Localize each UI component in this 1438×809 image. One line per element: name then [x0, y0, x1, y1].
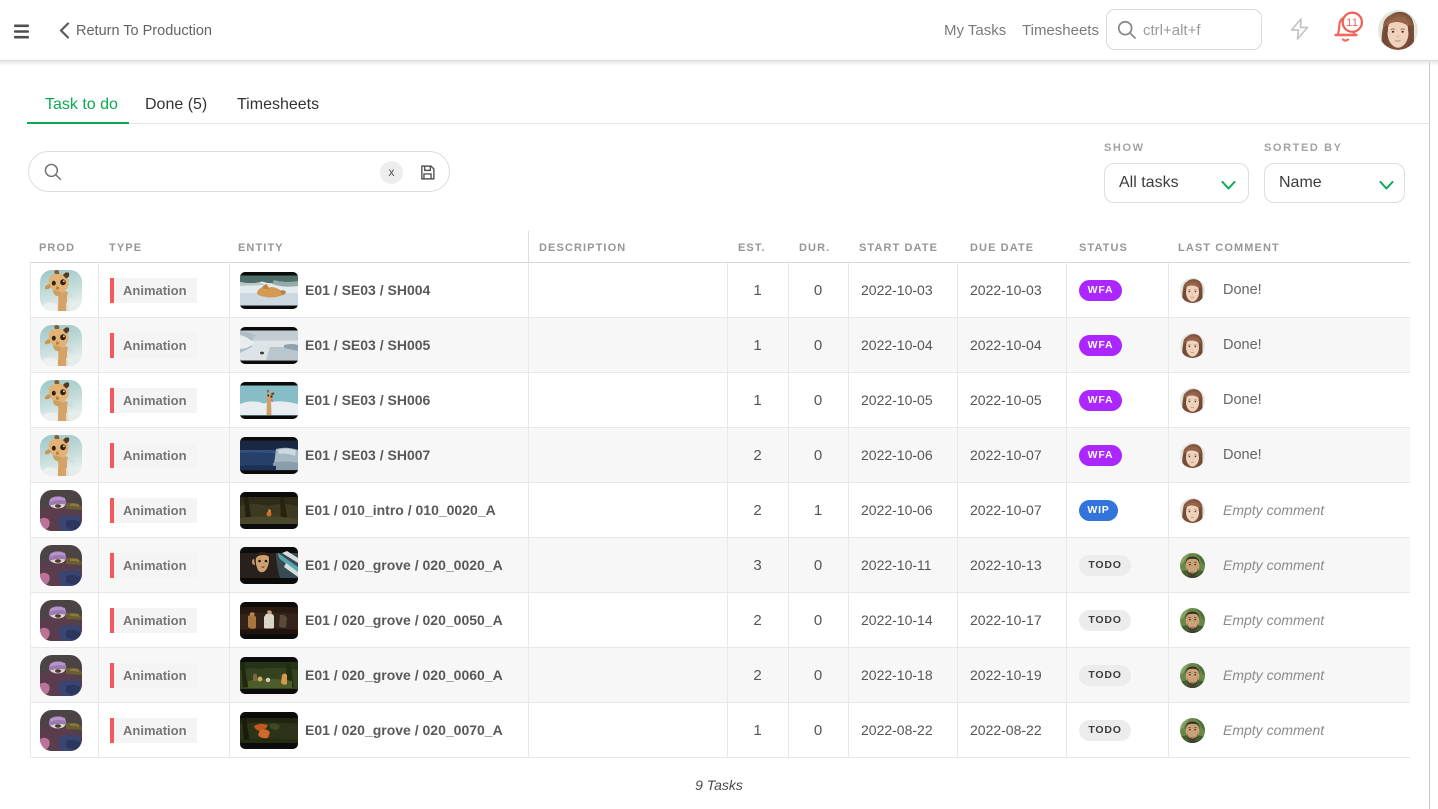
svg-text:11: 11	[1346, 17, 1358, 29]
